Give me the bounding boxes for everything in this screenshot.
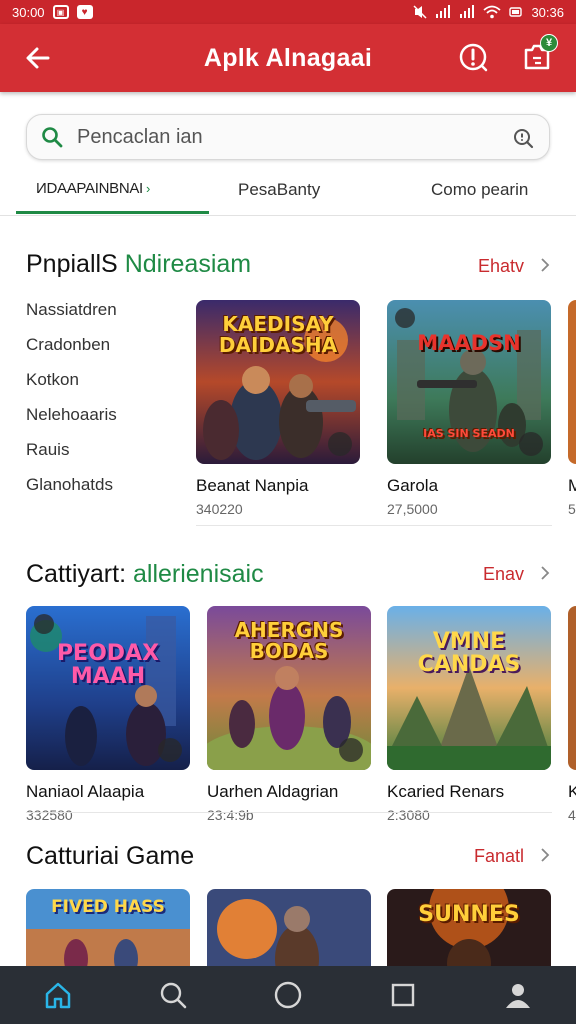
chevron-right-icon[interactable] — [538, 566, 552, 580]
game-downloads: 27,5000 — [387, 501, 438, 517]
chevron-right-icon[interactable] — [538, 848, 552, 862]
list-item[interactable]: Glanohatds — [26, 475, 117, 510]
game-downloads: 23:4:9b — [207, 807, 254, 823]
nav-home[interactable] — [38, 975, 78, 1015]
game-card[interactable]: SUNNES — [387, 889, 551, 966]
list-item[interactable]: Cradonben — [26, 335, 117, 370]
divider — [26, 812, 552, 813]
expand-icon[interactable] — [328, 432, 352, 456]
game-thumbnail: KAEDISAY DAIDASHA — [196, 300, 360, 464]
game-thumbnail — [568, 606, 576, 770]
nav-recents[interactable] — [383, 975, 423, 1015]
game-downloads: 2:3080 — [387, 807, 430, 823]
game-title: Naniaol Alaapia — [26, 782, 145, 801]
category-tabs: ИDAAPAINBNAI › PesaBanty Como pearin — [0, 172, 576, 216]
tab-categories[interactable]: Como pearin — [431, 180, 528, 200]
expand-icon[interactable] — [158, 738, 182, 762]
circle-icon — [274, 981, 302, 1009]
search-icon — [160, 982, 187, 1009]
home-icon — [45, 982, 70, 1009]
game-thumbnail: AHERGNS BODAS — [207, 606, 371, 770]
tab-popular[interactable]: PesaBanty — [238, 180, 320, 200]
game-art-title: FIVED HASS — [51, 897, 165, 917]
nav-home-circle[interactable] — [268, 975, 308, 1015]
tab-active-indicator — [16, 211, 209, 214]
status-time-left: 30:00 — [12, 4, 45, 20]
list-item[interactable]: Nelehoaaris — [26, 405, 117, 440]
expand-icon[interactable] — [339, 738, 363, 762]
game-title: Garola — [387, 476, 439, 495]
tab-featured[interactable]: ИDAAPAINBNAI › — [36, 180, 150, 197]
profile-icon — [506, 984, 531, 1008]
section-heading: Catturiai Game — [26, 842, 195, 870]
game-thumbnail: SUNNES — [387, 889, 551, 966]
section-heading: PnpiallS Ndireasiam — [26, 250, 252, 278]
game-card[interactable]: K 4 — [568, 606, 576, 823]
see-all-link[interactable]: Fanatl — [474, 846, 524, 867]
chevron-right-icon: › — [145, 181, 150, 196]
game-art-title: MAADSN — [417, 331, 521, 355]
game-title: Uarhen Aldagrian — [207, 782, 339, 801]
mute-icon — [413, 5, 427, 19]
chevron-right-icon[interactable] — [538, 258, 552, 272]
game-art-title: KAEDISAY DAIDASHA — [218, 312, 338, 357]
game-art-title: AHERGNS BODAS — [234, 618, 344, 663]
game-thumbnail: FIVED HASS — [26, 889, 190, 966]
game-title: Beanat Nanpia — [196, 476, 309, 495]
see-all-link[interactable]: Ehatv — [478, 256, 524, 277]
search-icon — [42, 127, 63, 148]
notification-badge: ¥ — [540, 34, 558, 52]
badge-icon — [395, 308, 415, 328]
game-card[interactable]: MAADSN IAS SIN SEADN Garola 27,5000 — [387, 300, 551, 517]
game-card[interactable]: VMNE CANDAS Kcaried Renars 2:3080 — [387, 606, 551, 823]
status-time-right: 30:36 — [531, 4, 564, 20]
see-all-link[interactable]: Enav — [483, 564, 524, 585]
game-card[interactable]: AHERGNS BODAS Uarhen Aldagrian 23:4:9b — [207, 606, 371, 823]
notification-app-icon: ▣ — [52, 5, 69, 19]
nav-search[interactable] — [153, 975, 193, 1015]
status-bar: 30:00 ▣ ♥ 30:36 — [0, 0, 576, 24]
search-input[interactable] — [77, 125, 477, 149]
game-thumbnail: VMNE CANDAS — [387, 606, 551, 770]
game-thumbnail — [568, 300, 576, 464]
expand-icon[interactable] — [519, 432, 543, 456]
search-icon[interactable] — [511, 126, 535, 150]
game-art-title: VMNE CANDAS — [417, 629, 521, 678]
wifi-icon — [483, 5, 502, 19]
badge-icon — [34, 614, 54, 634]
game-downloads: 340220 — [196, 501, 243, 517]
heart-app-icon: ♥ — [76, 5, 93, 19]
list-item[interactable]: Kotkon — [26, 370, 117, 405]
game-thumbnail — [207, 889, 371, 966]
game-title: M — [568, 476, 576, 495]
game-art-title: PEODAX MAAH — [56, 641, 160, 690]
game-card[interactable]: M 5 — [568, 300, 576, 517]
game-card[interactable]: PEODAX MAAH Naniaol Alaapia 332580 — [26, 606, 190, 823]
battery-icon — [509, 7, 523, 17]
game-thumbnail: MAADSN IAS SIN SEADN — [387, 300, 551, 464]
divider — [196, 525, 552, 526]
game-art-title: SUNNES — [418, 902, 520, 927]
app-bar: Aplk Alnagaai — [0, 24, 576, 92]
game-title: K — [568, 782, 576, 801]
list-item[interactable]: Nassiatdren — [26, 300, 117, 335]
nav-profile[interactable] — [498, 975, 538, 1015]
info-circle-icon[interactable] — [456, 40, 490, 74]
search-bar[interactable] — [26, 114, 550, 160]
section-heading: Cattiyart: allerienisaic — [26, 560, 264, 588]
category-list: Nassiatdren Cradonben Kotkon Nelehoaaris… — [26, 300, 117, 510]
signal-icon — [436, 5, 451, 18]
signal-icon-2 — [460, 5, 475, 18]
game-downloads: 4 — [568, 807, 576, 823]
bottom-navigation — [0, 966, 576, 1024]
game-downloads: 332580 — [26, 807, 73, 823]
game-card[interactable]: FIVED HASS — [26, 889, 190, 966]
game-card[interactable]: KAEDISAY DAIDASHA Beanat Nanpia 340220 — [196, 300, 360, 517]
game-title: Kcaried Renars — [387, 782, 505, 801]
game-card[interactable] — [207, 889, 371, 966]
game-thumbnail: PEODAX MAAH — [26, 606, 190, 770]
list-item[interactable]: Rauis — [26, 440, 117, 475]
square-icon — [391, 983, 415, 1007]
game-downloads: 5 — [568, 501, 576, 517]
